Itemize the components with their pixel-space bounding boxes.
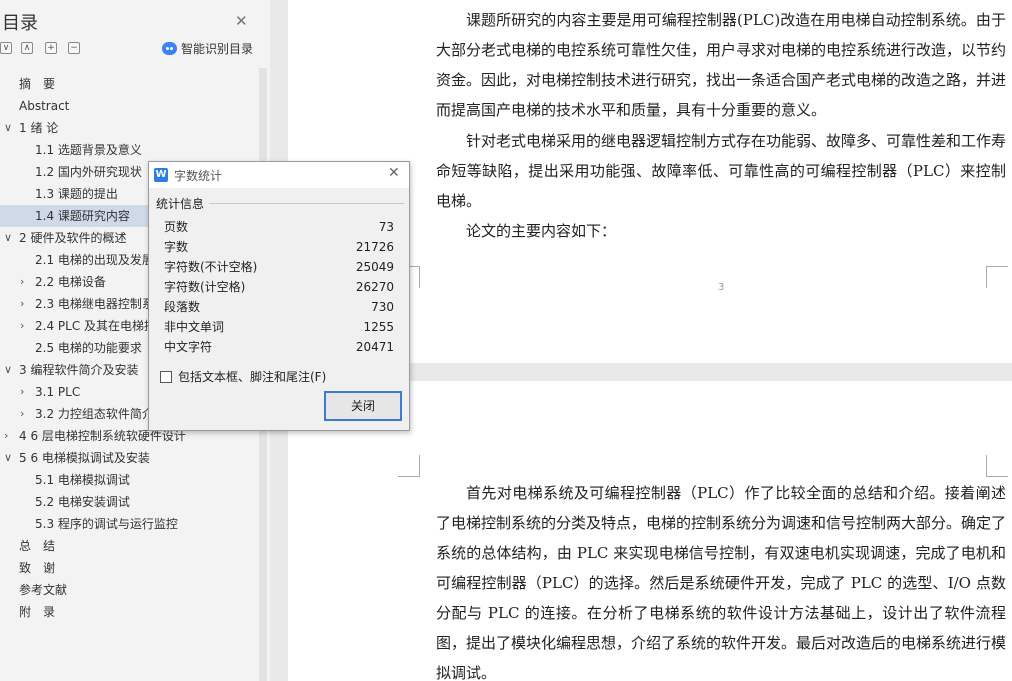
chevron-right-icon[interactable]: › — [20, 315, 24, 337]
word-count-dialog: W 字数统计 ✕ 统计信息 页数 73 字数 21726 字符数(不计空格) 25049 字… — [148, 161, 410, 431]
add-heading-icon[interactable]: + — [45, 42, 57, 54]
toc-item-label: 总 结 — [19, 539, 56, 553]
chevron-right-icon[interactable]: › — [20, 271, 24, 293]
toc-item[interactable]: 摘 要 — [0, 73, 258, 95]
collapse-all-icon[interactable]: ∨ — [0, 42, 12, 54]
body-paragraph[interactable]: 针对老式电梯采用的继电器逻辑控制方式存在功能弱、故障多、可靠性差和工作寿命短等缺… — [436, 126, 1006, 216]
toc-item-label: 5.1 电梯模拟调试 — [35, 473, 130, 487]
toc-item-label: 摘 要 — [19, 77, 56, 91]
ai-recognize-toc-label: 智能识别目录 — [181, 42, 254, 56]
toc-item-label: 1.1 选题背景及意义 — [35, 143, 142, 157]
stat-value: 73 — [378, 220, 394, 234]
stat-label: 字数 — [164, 240, 189, 254]
body-paragraph[interactable]: 论文的主要内容如下： — [436, 216, 1006, 246]
checkbox-box[interactable] — [160, 370, 172, 383]
stat-value: 21726 — [355, 240, 394, 254]
dialog-title-bar[interactable]: W 字数统计 ✕ — [149, 162, 409, 188]
stat-value: 26270 — [355, 280, 394, 294]
chevron-down-icon[interactable]: ∨ — [4, 227, 12, 249]
toc-item[interactable]: 5.1 电梯模拟调试 — [0, 469, 258, 491]
page-margin-mark — [398, 455, 420, 477]
stat-label: 页数 — [164, 220, 189, 234]
chevron-down-icon[interactable]: ∨ — [4, 447, 12, 469]
toc-item-label: 1.3 课题的提出 — [35, 187, 118, 201]
close-icon[interactable]: ✕ — [235, 12, 248, 30]
toc-item-label: 1.2 国内外研究现状 — [35, 165, 142, 179]
expand-level-icon[interactable]: ∧ — [21, 42, 33, 54]
page-margin-mark — [986, 455, 1008, 477]
dialog-title: 字数统计 — [174, 169, 223, 183]
chevron-down-icon[interactable]: ∨ — [4, 117, 12, 139]
page-number: 3 — [718, 282, 725, 293]
include-textbox-footnotes-checkbox[interactable]: 包括文本框、脚注和尾注(F) — [160, 368, 326, 385]
stat-row: 中文字符 20471 — [164, 337, 394, 357]
toc-item-label: 致 谢 — [19, 561, 56, 575]
stat-value: 730 — [371, 300, 394, 314]
stat-row: 段落数 730 — [164, 297, 394, 317]
toc-item-label: 3 编程软件简介及安装 — [19, 363, 139, 377]
stat-row: 页数 73 — [164, 217, 394, 237]
toc-item[interactable]: 附 录 — [0, 601, 258, 623]
body-paragraph[interactable]: 首先对电梯系统及可编程控制器（PLC）作了比较全面的总结和介绍。接着阐述了电梯控… — [436, 478, 1006, 681]
toc-item-label: 1.4 课题研究内容 — [35, 209, 130, 223]
ai-assistant-icon — [162, 42, 177, 55]
toc-item-label: 2 硬件及软件的概述 — [19, 231, 127, 245]
toc-item-label: 5.3 程序的调试与运行监控 — [35, 517, 178, 531]
nav-pane-title: 目录 — [2, 13, 38, 34]
toc-item[interactable]: 参考文献 — [0, 579, 258, 601]
stat-label: 中文字符 — [164, 340, 213, 354]
toc-item-label: 2.4 PLC 及其在电梯控 — [35, 319, 157, 333]
toc-item-label: 2.2 电梯设备 — [35, 275, 106, 289]
stat-row: 非中文单词 1255 — [164, 317, 394, 337]
stat-row: 字符数(计空格) 26270 — [164, 277, 394, 297]
toc-item-label: 3.1 PLC — [35, 385, 81, 399]
toc-item[interactable]: 总 结 — [0, 535, 258, 557]
wps-writer-icon: W — [154, 168, 168, 182]
section-divider — [209, 203, 404, 204]
toc-item-label: 3.2 力控组态软件简介 — [35, 407, 154, 421]
toc-item[interactable]: ∨ 1 绪 论 — [0, 117, 258, 139]
chevron-right-icon[interactable]: › — [20, 403, 24, 425]
stat-label: 字符数(计空格) — [164, 280, 246, 294]
remove-heading-icon[interactable]: − — [68, 42, 80, 54]
stat-value: 1255 — [363, 320, 394, 334]
stat-label: 段落数 — [164, 300, 201, 314]
chevron-right-icon[interactable]: › — [20, 293, 24, 315]
toc-item[interactable]: 5.2 电梯安装调试 — [0, 491, 258, 513]
toc-item-label: 2.1 电梯的出现及发展 — [35, 253, 154, 267]
ai-recognize-toc-button[interactable]: 智能识别目录 — [162, 40, 253, 57]
stat-label: 非中文单词 — [164, 320, 225, 334]
toc-item-label: 2.3 电梯继电器控制系 — [35, 297, 154, 311]
toc-item[interactable]: 5.3 程序的调试与运行监控 — [0, 513, 258, 535]
checkbox-label: 包括文本框、脚注和尾注(F) — [178, 370, 327, 384]
toc-item-label: 1 绪 论 — [19, 121, 59, 135]
body-paragraph[interactable]: 课题所研究的内容主要是用可编程控制器(PLC)改造在用电梯自动控制系统。由于大部… — [436, 5, 1006, 125]
close-button[interactable]: 关闭 — [324, 391, 402, 421]
stat-row: 字符数(不计空格) 25049 — [164, 257, 394, 277]
toc-item[interactable]: 致 谢 — [0, 557, 258, 579]
chevron-right-icon[interactable]: › — [20, 381, 24, 403]
stat-label: 字符数(不计空格) — [164, 260, 258, 274]
stat-row: 字数 21726 — [164, 237, 394, 257]
toc-item[interactable]: ∨ 5 6 电梯模拟调试及安装 — [0, 447, 258, 469]
toc-item-label: 参考文献 — [19, 583, 68, 597]
toc-item[interactable]: Abstract — [0, 95, 258, 117]
chevron-right-icon[interactable]: › — [4, 425, 8, 447]
toc-item[interactable]: 1.1 选题背景及意义 — [0, 139, 258, 161]
chevron-down-icon[interactable]: ∨ — [4, 359, 12, 381]
stat-value: 20471 — [355, 340, 394, 354]
toc-item-label: 5 6 电梯模拟调试及安装 — [19, 451, 150, 465]
toc-item-label: 2.5 电梯的功能要求 — [35, 341, 142, 355]
toc-item-label: Abstract — [19, 99, 70, 113]
close-icon[interactable]: ✕ — [388, 165, 400, 181]
toc-item-label: 附 录 — [19, 605, 56, 619]
toc-item-label: 5.2 电梯安装调试 — [35, 495, 130, 509]
page-margin-mark — [986, 266, 1008, 288]
stat-value: 25049 — [355, 260, 394, 274]
stats-section-label: 统计信息 — [156, 197, 205, 211]
